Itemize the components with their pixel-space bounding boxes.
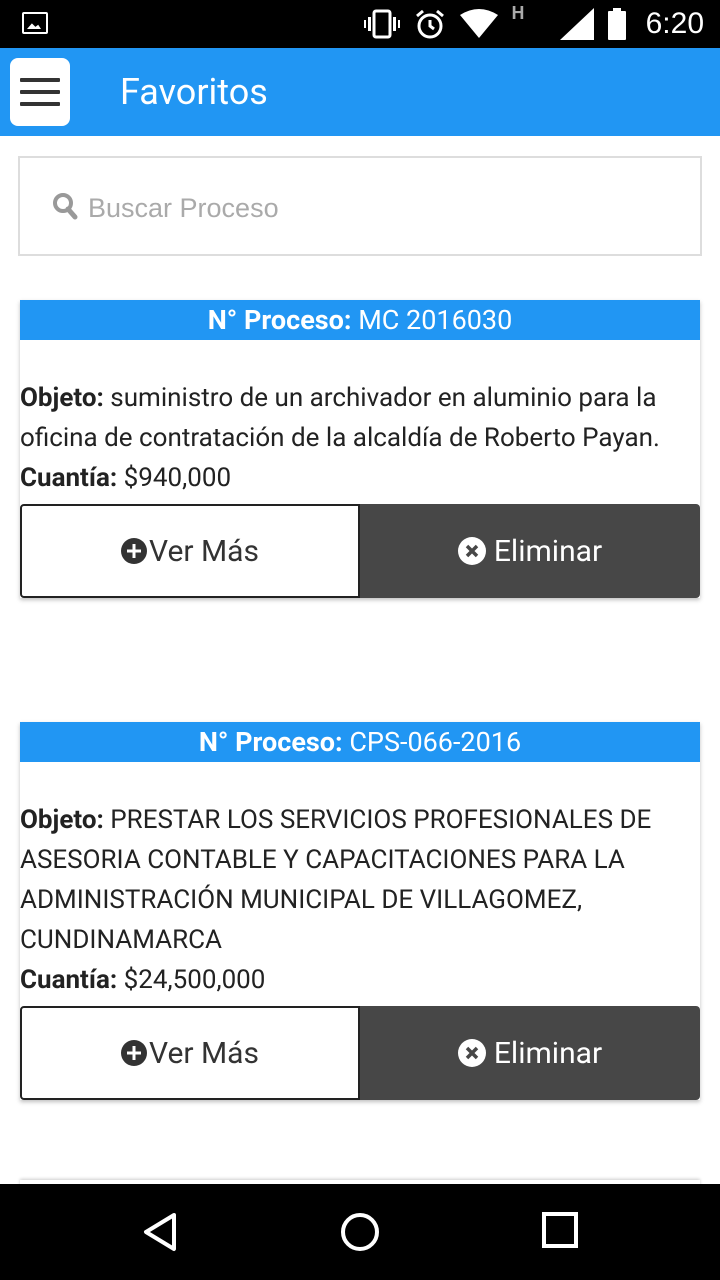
card-actions: Ver Más Eliminar (20, 504, 700, 598)
ver-mas-button[interactable]: Ver Más (20, 1006, 360, 1100)
card-header: N° Proceso: MC 2016030 (20, 300, 700, 340)
amount-row: Cuantía: $940,000 (20, 458, 700, 498)
process-card: N° Proceso: CPS-066-2016 Objeto: PRESTAR… (20, 722, 700, 1100)
ver-mas-label: Ver Más (149, 1035, 259, 1071)
object-value: PRESTAR LOS SERVICIOS PROFESIONALES DE A… (20, 805, 652, 955)
ver-mas-label: Ver Más (149, 533, 259, 569)
app-bar: Favoritos (0, 48, 720, 136)
process-label: N° Proceso: (198, 726, 343, 758)
ver-mas-button[interactable]: Ver Más (20, 504, 360, 598)
eliminar-label: Eliminar (493, 1035, 603, 1071)
plus-circle-icon (121, 1040, 148, 1066)
object-row: Objeto: suministro de un archivador en a… (20, 378, 700, 458)
amount-value: $940,000 (123, 463, 232, 493)
amount-label: Cuantía: (20, 463, 118, 493)
navigation-bar (0, 1184, 720, 1280)
card-header: N° Proceso: CPS-066-2016 (20, 722, 700, 762)
alarm-icon (415, 9, 444, 39)
close-circle-icon (457, 537, 486, 565)
close-circle-icon (457, 1039, 486, 1067)
page-title: Favoritos (120, 71, 268, 113)
eliminar-button[interactable]: Eliminar (360, 1006, 700, 1100)
vibrate-icon (363, 9, 400, 39)
back-icon[interactable] (142, 1212, 178, 1252)
plus-circle-icon (121, 538, 148, 564)
process-label: N° Proceso: (207, 304, 352, 336)
amount-label: Cuantía: (20, 965, 118, 995)
battery-icon (607, 8, 626, 40)
eliminar-button[interactable]: Eliminar (360, 504, 700, 598)
status-icons: H 6:20 (363, 0, 704, 48)
signal-icon (559, 8, 594, 40)
card-body: Objeto: suministro de un archivador en a… (20, 340, 700, 504)
card-body: Objeto: PRESTAR LOS SERVICIOS PROFESIONA… (20, 762, 700, 1006)
process-card: N° Proceso: MC 2016030 Objeto: suministr… (20, 300, 700, 598)
status-time: 6:20 (645, 7, 704, 40)
hamburger-menu-icon[interactable] (10, 58, 70, 126)
search-input[interactable] (88, 186, 668, 230)
process-number: MC 2016030 (358, 304, 513, 336)
image-icon (22, 12, 48, 34)
object-label: Objeto: (20, 805, 104, 835)
search-icon (53, 193, 78, 220)
process-number: CPS-066-2016 (349, 726, 522, 758)
status-bar: H 6:20 (0, 0, 720, 48)
home-icon[interactable] (340, 1212, 380, 1252)
object-row: Objeto: PRESTAR LOS SERVICIOS PROFESIONA… (20, 800, 700, 960)
amount-row: Cuantía: $24,500,000 (20, 960, 700, 1000)
h-network-icon: H (512, 3, 546, 41)
object-label: Objeto: (20, 383, 104, 413)
eliminar-label: Eliminar (493, 533, 603, 569)
amount-value: $24,500,000 (123, 965, 266, 995)
network-label: H (511, 3, 525, 24)
card-actions: Ver Más Eliminar (20, 1006, 700, 1100)
search-box (18, 156, 702, 256)
recents-icon[interactable] (542, 1212, 578, 1248)
wifi-icon (459, 9, 498, 38)
object-value: suministro de un archivador en aluminio … (20, 383, 660, 453)
